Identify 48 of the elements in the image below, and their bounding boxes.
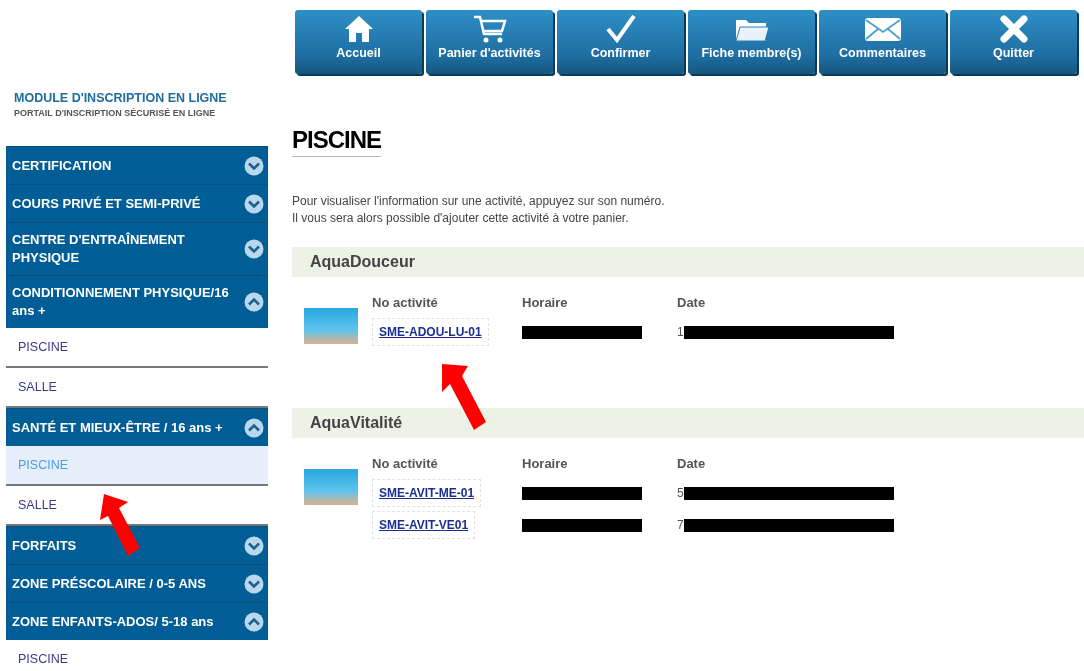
toolbar-button[interactable]: Fiche membre(s) — [688, 10, 815, 74]
column-header: Horaire — [522, 295, 569, 312]
toolbar-button[interactable]: Confirmer — [557, 10, 684, 74]
expand-icon[interactable] — [244, 155, 264, 176]
column-header: No activité — [372, 456, 439, 473]
section-header: AquaVitalité — [292, 408, 1084, 438]
cart-icon — [471, 14, 508, 44]
expand-icon[interactable] — [244, 573, 264, 594]
expand-icon[interactable] — [244, 239, 264, 259]
column-header: Date — [677, 456, 707, 473]
checkmark-icon — [604, 14, 637, 44]
photo-placeholder — [304, 308, 358, 344]
photo-placeholder — [304, 469, 358, 505]
module-title: MODULE D'INSCRIPTION EN LIGNE — [14, 91, 228, 105]
expand-icon[interactable] — [244, 535, 264, 556]
activity-number-link[interactable]: SME-AVIT-VE01 — [372, 511, 476, 539]
date-text: 5 — [677, 486, 684, 500]
collapse-icon[interactable] — [244, 292, 264, 312]
toolbar-button[interactable]: Panier d'activités — [426, 10, 553, 74]
column-header: No activité — [372, 295, 439, 312]
instruction-text: Pour visualiser l'information sur une activité, appuyez sur son numéro. — [292, 193, 666, 210]
date-text: 7 — [677, 518, 684, 532]
toolbar-button[interactable]: Quitter — [950, 10, 1077, 74]
category-item[interactable]: FORFAITS — [6, 526, 268, 564]
toolbar-button[interactable]: Commentaires — [819, 10, 946, 74]
instruction-text: Il vous sera alors possible d'ajouter cette activité à votre panier. — [292, 210, 630, 227]
category-item[interactable]: CONDITIONNEMENT PHYSIQUE/16 ans + — [6, 275, 268, 328]
subcategory-item[interactable]: PISCINE — [6, 640, 268, 671]
toolbar-button[interactable]: Accueil — [295, 10, 422, 74]
category-item[interactable]: ZONE PRÉSCOLAIRE / 0-5 ANS — [6, 564, 268, 602]
portal-subtitle: PORTAIL D'INSCRIPTION SÉCURISÉ EN LIGNE — [14, 108, 217, 118]
close-icon — [998, 14, 1029, 44]
category-item[interactable]: SANTÉ ET MIEUX-ÊTRE / 16 ans + — [6, 408, 268, 446]
section-header: AquaDouceur — [292, 247, 1084, 277]
category-item[interactable]: CERTIFICATION — [6, 146, 268, 184]
page-title: PISCINE — [292, 126, 382, 157]
column-header: Date — [677, 295, 707, 312]
category-item[interactable]: CENTRE D'ENTRAÎNEMENT PHYSIQUE — [6, 222, 268, 275]
category-item[interactable]: ZONE ENFANTS-ADOS/ 5-18 ans — [6, 602, 268, 640]
expand-icon[interactable] — [244, 193, 264, 214]
date-text: 1 — [677, 325, 684, 339]
activity-number-link[interactable]: SME-ADOU-LU-01 — [372, 318, 489, 346]
column-header: Horaire — [522, 456, 569, 473]
collapse-icon[interactable] — [244, 417, 264, 438]
collapse-icon[interactable] — [244, 611, 264, 632]
category-item[interactable]: COURS PRIVÉ ET SEMI-PRIVÉ — [6, 184, 268, 222]
subcategory-item[interactable]: PISCINE — [6, 328, 268, 368]
activity-number-link[interactable]: SME-AVIT-ME-01 — [372, 479, 482, 507]
